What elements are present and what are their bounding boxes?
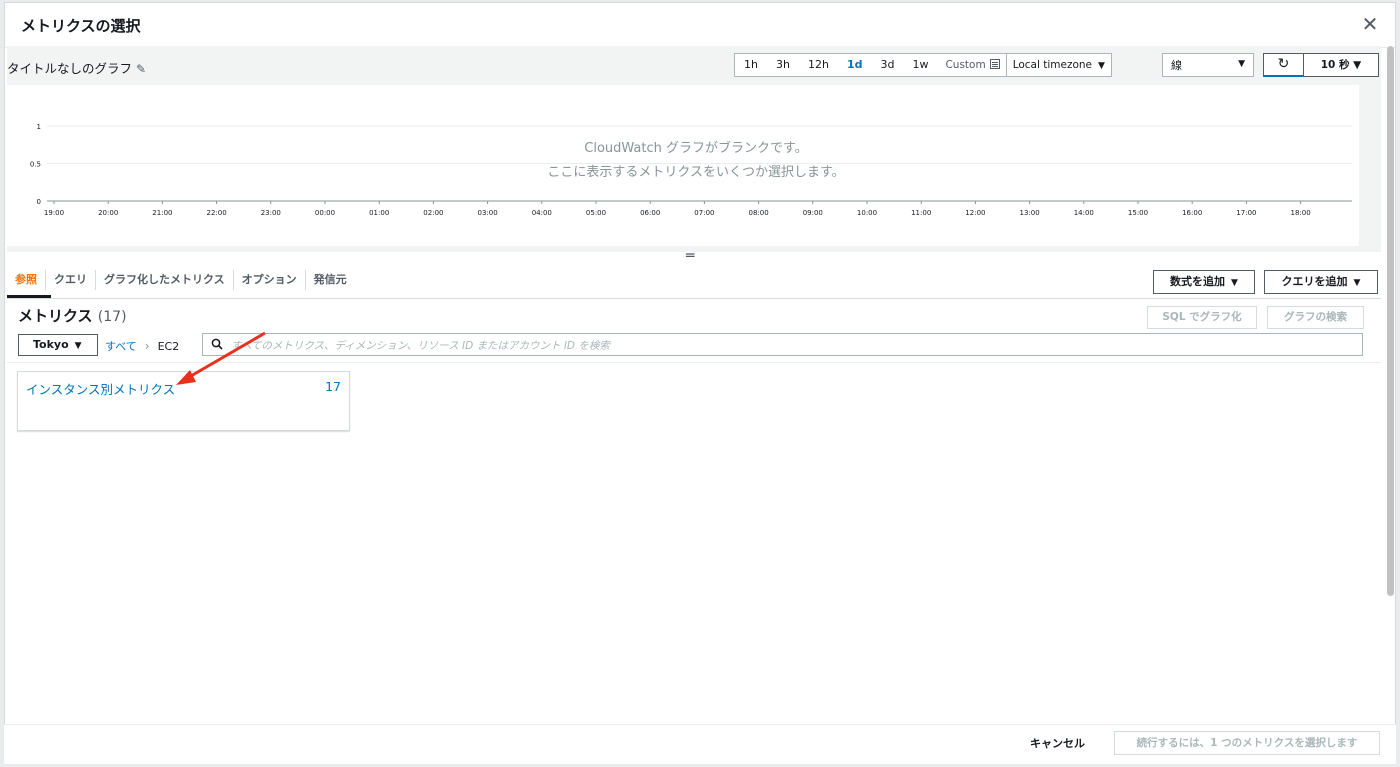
- x-tick-label: 13:00: [1020, 209, 1040, 217]
- calendar-icon: [989, 59, 1000, 69]
- tabs-divider: [7, 298, 1381, 299]
- refresh-icon: ↻: [1277, 56, 1290, 72]
- graph-with-sql-button[interactable]: SQL でグラフ化: [1147, 306, 1257, 329]
- tab-graphed-metrics[interactable]: グラフ化したメトリクス: [96, 270, 234, 290]
- metrics-heading: メトリクス (17): [18, 305, 127, 326]
- timezone-label: Local timezone: [1012, 59, 1093, 71]
- search-placeholder: すべてのメトリクス、ディメンション、リソース ID またはアカウント ID を検…: [231, 340, 610, 352]
- x-tick-label: 07:00: [694, 209, 714, 217]
- x-tick-label: 23:00: [261, 209, 281, 217]
- x-tick-label: 11:00: [911, 209, 931, 217]
- region-select[interactable]: Tokyo ▼: [18, 334, 98, 356]
- graph-type-label: 線: [1171, 59, 1182, 72]
- x-tick-label: 15:00: [1128, 209, 1148, 217]
- y-tick-label: 0: [37, 198, 41, 206]
- region-label: Tokyo: [33, 338, 69, 351]
- tab-browse[interactable]: 参照: [7, 270, 46, 290]
- continue-button[interactable]: 続行するには、1 つのメトリクスを選択します: [1114, 731, 1380, 755]
- breadcrumb: すべて › EC2: [105, 338, 179, 354]
- annotation-arrow-icon: [176, 331, 266, 385]
- tab-options[interactable]: オプション: [234, 270, 306, 290]
- blank-message-line2: ここに表示するメトリクスをいくつか選択します。: [547, 165, 845, 180]
- x-tick-label: 10:00: [857, 209, 877, 217]
- range-3d[interactable]: 3d: [871, 54, 903, 76]
- x-tick-label: 20:00: [98, 209, 118, 217]
- x-tick-label: 03:00: [478, 209, 498, 217]
- caret-down-icon: ▼: [1231, 278, 1238, 288]
- metrics-search-input[interactable]: すべてのメトリクス、ディメンション、リソース ID またはアカウント ID を検…: [202, 333, 1363, 356]
- graph-title-text: タイトルなしのグラフ: [7, 61, 133, 76]
- x-tick-label: 21:00: [152, 209, 172, 217]
- range-custom[interactable]: Custom: [937, 54, 1005, 76]
- x-tick-label: 01:00: [369, 209, 389, 217]
- x-tick-label: 08:00: [749, 209, 769, 217]
- time-range-selector: 1h 3h 12h 1d 3d 1w Custom Local timezone…: [734, 53, 1112, 77]
- refresh-interval-dropdown[interactable]: 10 秒 ▼: [1303, 53, 1379, 77]
- add-math-button[interactable]: 数式を追加 ▼: [1153, 270, 1255, 294]
- add-query-button[interactable]: クエリを追加 ▼: [1264, 270, 1378, 294]
- chart-panel: 1 0.5 0 19:00 20:00 21:00 22:00 23:00 00:00 01:00…: [7, 85, 1359, 246]
- x-tick-label: 19:00: [44, 209, 64, 217]
- card-count: 17: [325, 379, 341, 394]
- x-tick-label: 14:00: [1074, 209, 1094, 217]
- blank-message-line1: CloudWatch グラフがブランクです。: [584, 141, 808, 156]
- graph-type-select[interactable]: 線 ▼: [1162, 53, 1254, 77]
- range-12h[interactable]: 12h: [799, 54, 838, 76]
- pencil-icon[interactable]: ✎: [136, 62, 146, 76]
- caret-down-icon: ▼: [1098, 61, 1105, 71]
- chevron-right-icon: ›: [144, 339, 150, 353]
- x-tick-label: 05:00: [586, 209, 606, 217]
- refresh-button[interactable]: ↻: [1263, 53, 1303, 77]
- x-tick-label: 17:00: [1236, 209, 1256, 217]
- tab-query[interactable]: クエリ: [46, 270, 96, 290]
- range-1h[interactable]: 1h: [735, 54, 767, 76]
- graph-title[interactable]: タイトルなしのグラフ ✎: [7, 58, 146, 77]
- caret-down-icon: ▼: [1238, 59, 1245, 69]
- card-label[interactable]: インスタンス別メトリクス: [26, 379, 175, 398]
- x-tick-label: 22:00: [207, 209, 227, 217]
- x-tick-label: 02:00: [423, 209, 443, 217]
- x-tick-label: 04:00: [532, 209, 552, 217]
- x-tick-label: 06:00: [640, 209, 660, 217]
- tab-bar: 参照 クエリ グラフ化したメトリクス オプション 発信元: [7, 262, 355, 298]
- caret-down-icon: ▼: [1353, 278, 1361, 288]
- range-1d[interactable]: 1d: [838, 54, 872, 76]
- x-tick-label: 16:00: [1182, 209, 1202, 217]
- y-tick-label: 1: [37, 123, 41, 131]
- caret-down-icon: ▼: [74, 341, 82, 351]
- timezone-select[interactable]: Local timezone ▼: [1005, 54, 1111, 76]
- close-icon[interactable]: ✕: [1359, 13, 1381, 35]
- custom-label: Custom: [945, 59, 986, 71]
- blank-graph-message: CloudWatch グラフがブランクです。 ここに表示するメトリクスをいくつか…: [7, 137, 1385, 185]
- scrollbar[interactable]: [1387, 46, 1394, 596]
- x-tick-label: 00:00: [315, 209, 335, 217]
- graph-area: タイトルなしのグラフ ✎ 1h 3h 12h 1d 3d 1w Custom Lo…: [7, 46, 1381, 252]
- tab-source[interactable]: 発信元: [306, 270, 355, 290]
- x-tick-label: 18:00: [1291, 209, 1311, 217]
- range-3h[interactable]: 3h: [767, 54, 799, 76]
- cancel-button[interactable]: キャンセル: [1030, 735, 1085, 751]
- graph-search-button[interactable]: グラフの検索: [1267, 306, 1364, 329]
- x-tick-label: 12:00: [965, 209, 985, 217]
- x-tick-label: 09:00: [803, 209, 823, 217]
- graph-toolbar: タイトルなしのグラフ ✎ 1h 3h 12h 1d 3d 1w Custom Lo…: [7, 46, 1381, 84]
- modal-title: メトリクスの選択: [21, 17, 141, 35]
- add-math-label: 数式を追加: [1170, 275, 1226, 288]
- metrics-title: メトリクス: [18, 307, 93, 325]
- modal-header: メトリクスの選択 ✕: [5, 3, 1395, 48]
- add-query-label: クエリを追加: [1281, 275, 1348, 288]
- breadcrumb-all[interactable]: すべて: [105, 340, 137, 353]
- resize-handle[interactable]: ═: [686, 248, 694, 264]
- metrics-count: (17): [97, 309, 127, 325]
- range-1w[interactable]: 1w: [903, 54, 937, 76]
